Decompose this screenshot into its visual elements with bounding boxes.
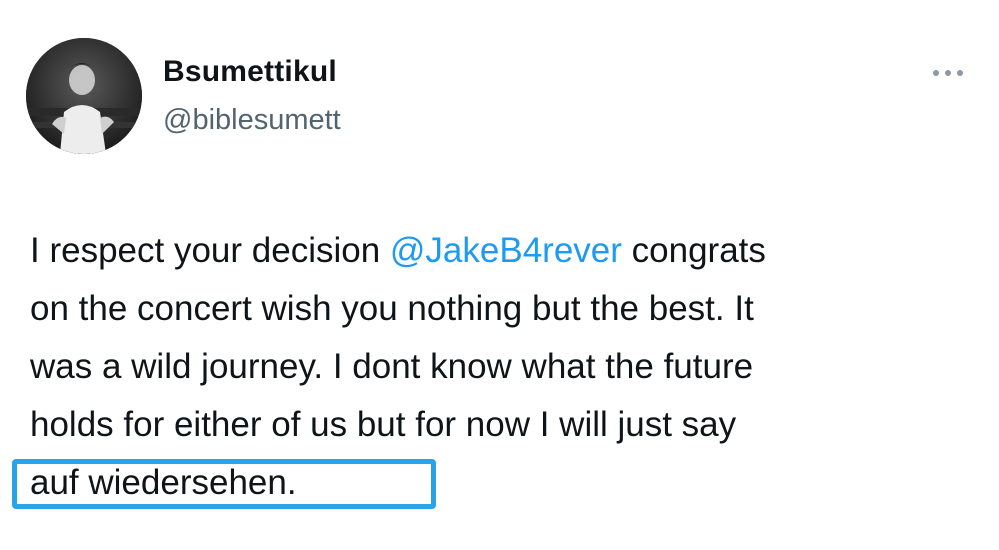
tweet-line-5: auf wiedersehen. <box>30 463 297 502</box>
avatar-photo-icon <box>26 38 142 154</box>
tweet-text: I respect your decision @JakeB4rever con… <box>30 222 970 512</box>
tweet-line-1: I respect your decision @JakeB4rever con… <box>30 222 970 280</box>
tweet-line-4: holds for either of us but for now I wil… <box>30 405 737 444</box>
tweet-line-3: was a wild journey. I dont know what the… <box>30 347 754 386</box>
tweet-line-1-pre: I respect your decision <box>30 231 390 270</box>
tweet-line-1-post: congrats <box>621 231 766 270</box>
tweet-line-2: on the concert wish you nothing but the … <box>30 289 754 328</box>
tweet-card: Bsumettikul @biblesumett I respect your … <box>0 0 999 550</box>
author-display-name[interactable]: Bsumettikul <box>163 52 337 92</box>
avatar[interactable] <box>26 38 142 154</box>
more-horizontal-icon <box>933 70 963 76</box>
more-options-button[interactable] <box>920 56 976 90</box>
author-handle[interactable]: @biblesumett <box>163 100 341 140</box>
mention-link[interactable]: @JakeB4rever <box>390 231 622 270</box>
